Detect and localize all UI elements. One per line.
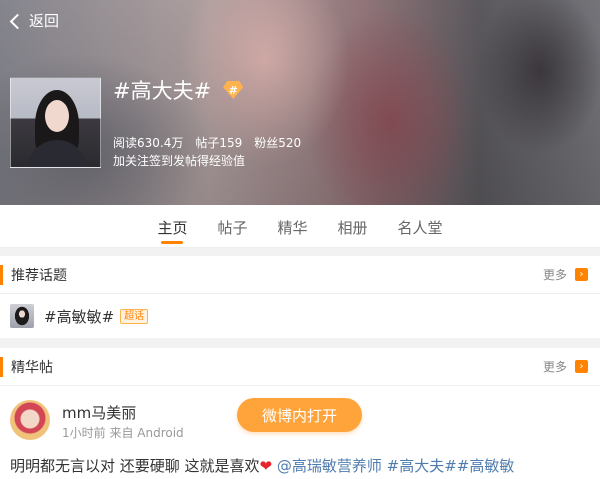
post-links[interactable]: @高瑞敏营养师 #高大夫##高敏敏 [277,457,514,475]
topic-title: #高大夫# # [113,75,244,105]
super-topic-badge: 超话 [120,308,149,324]
topic-title-text: #高大夫# [113,79,212,103]
topic-thumbnail [10,304,34,328]
topic-header: 返回 #高大夫# # 阅读630.4万 帖子159 粉丝520 加关注签到发帖得… [0,0,600,205]
recommended-header: 推荐话题 更多 › [0,256,600,294]
post-text: 明明都无言以对 还要硬聊 这就是喜欢❤ @高瑞敏营养师 #高大夫##高敏敏 [10,455,514,476]
chevron-right-icon: › [575,268,588,281]
topic-avatar [10,77,101,168]
tab-hall-of-fame[interactable]: 名人堂 [398,205,443,248]
read-count: 阅读630.4万 [113,136,184,150]
avatar[interactable] [10,400,50,440]
topic-stats: 阅读630.4万 帖子159 粉丝520 [113,134,301,151]
featured-more-button[interactable]: 更多 › [543,358,588,375]
tab-album[interactable]: 相册 [338,205,368,248]
recommended-topic-name: #高敏敏# [44,307,115,326]
recommended-topic-item[interactable]: #高敏敏# 超话 [0,294,600,338]
heart-icon: ❤ [259,457,273,475]
post-meta: 1小时前 来自 Android [62,426,184,440]
super-topic-icon: # [223,81,244,99]
divider [0,248,600,256]
section-accent-bar [0,265,3,285]
tab-home[interactable]: 主页 [157,205,187,248]
featured-header: 精华帖 更多 › [0,348,600,386]
tab-posts[interactable]: 帖子 [217,205,247,248]
open-in-weibo-button[interactable]: 微博内打开 [237,398,362,432]
chevron-right-icon: › [575,360,588,373]
recommended-title: 推荐话题 [11,267,67,284]
back-label: 返回 [29,12,60,30]
chevron-left-icon [9,13,26,29]
post-count: 帖子159 [195,136,243,150]
divider [0,338,600,348]
more-label: 更多 [542,268,567,282]
featured-post[interactable]: mm马美丽 1小时前 来自 Android 微博内打开 明明都无言以对 还要硬聊… [0,386,600,479]
post-text-body: 明明都无言以对 还要硬聊 这就是喜欢 [10,457,260,475]
back-button[interactable]: 返回 [9,10,60,31]
tab-bar: 主页 帖子 精华 相册 名人堂 [0,205,600,248]
fan-count: 粉丝520 [254,136,302,150]
tab-featured[interactable]: 精华 [277,205,307,248]
section-accent-bar [0,357,3,377]
recommended-more-button[interactable]: 更多 › [543,266,588,283]
more-label: 更多 [542,360,567,374]
post-author[interactable]: mm马美丽 [62,402,136,423]
topic-subtitle: 加关注签到发帖得经验值 [113,154,246,168]
featured-title: 精华帖 [11,359,53,376]
